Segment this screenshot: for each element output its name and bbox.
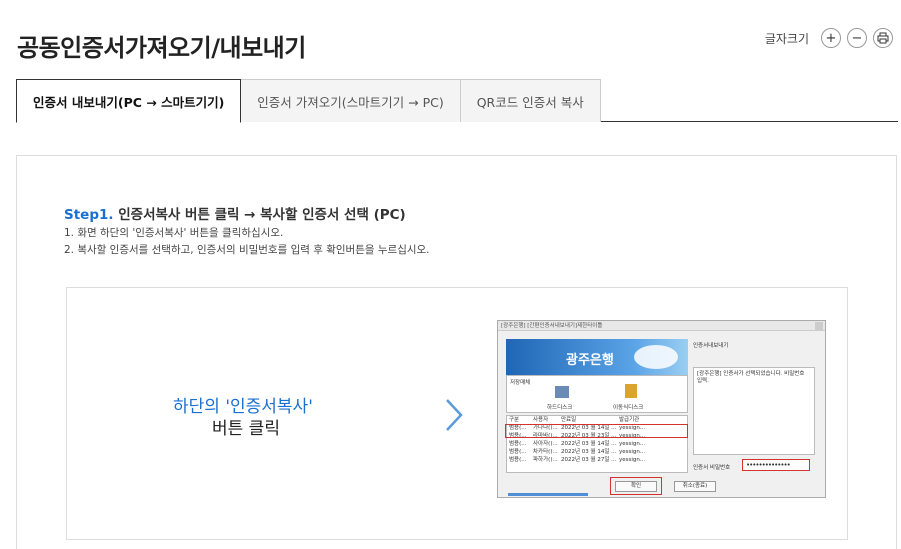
ok-button: 확인 (615, 480, 657, 492)
selected-row-highlight (505, 424, 688, 438)
close-icon (815, 322, 823, 330)
ok-button-highlight: 확인 (610, 477, 662, 495)
password-label: 인증서 비밀번호 (693, 465, 731, 471)
step-title: Step1. 인증서복사 버튼 클릭 → 복사할 인증서 선택 (PC) (64, 203, 406, 223)
cloud-graphic (634, 345, 678, 369)
password-field: •••••••••••••• (742, 459, 810, 471)
font-decrease-icon[interactable]: − (847, 28, 867, 48)
tab-bar: 인증서 내보내기(PC → 스마트기기) 인증서 가져오기(스마트기기 → PC… (16, 79, 898, 123)
progress-bar (508, 493, 588, 496)
tab-qr-copy[interactable]: QR코드 인증서 복사 (459, 79, 601, 122)
panel-message: [광주은행] 인증서가 선택되었습니다. 비밀번호 입력. (693, 367, 815, 455)
bank-banner: 광주은행 (506, 339, 688, 375)
step-instruction-2: 2. 복사할 인증서를 선택하고, 인증서의 비밀번호를 입력 후 확인버튼을 … (64, 244, 430, 256)
tab-import[interactable]: 인증서 가져오기(스마트기기 → PC) (240, 79, 461, 122)
hint-line-2: 버튼 클릭 (212, 419, 280, 439)
chevron-right-icon (446, 399, 463, 431)
storage-usb-label: 이동식디스크 (613, 405, 644, 411)
font-size-label: 글자크기 (764, 31, 809, 46)
step-number: Step1. (64, 207, 114, 223)
cert-dialog-screenshot: [광주은행] [간편인증서내보내기]제한타이틀 광주은행 저장매체 하드디스크 … (497, 320, 826, 498)
cancel-button: 취소(종료) (674, 481, 716, 492)
hard-disk-icon (555, 386, 569, 398)
step-title-text: 인증서복사 버튼 클릭 → 복사할 인증서 선택 (PC) (113, 207, 406, 223)
storage-media: 저장매체 하드디스크 이동식디스크 (506, 375, 688, 413)
export-panel: 인증서내보내기 [광주은행] 인증서가 선택되었습니다. 비밀번호 입력. 인증… (693, 339, 818, 477)
step-instruction-1: 1. 화면 하단의 '인증서복사' 버튼을 클릭하십시오. (64, 227, 284, 239)
bank-name: 광주은행 (566, 353, 614, 368)
storage-label: 저장매체 (510, 380, 531, 386)
dialog-title: [광주은행] [간편인증서내보내기]제한타이틀 (498, 321, 825, 331)
col-user: 사용자 (533, 417, 549, 423)
font-increase-icon[interactable]: + (821, 28, 841, 48)
print-icon[interactable] (873, 28, 893, 48)
page-title: 공동인증서가져오기/내보내기 (17, 34, 306, 62)
cert-list-header: 구분 사용자 만료일 발급기관 (507, 416, 687, 424)
usb-disk-icon (625, 384, 637, 398)
col-type: 구분 (509, 417, 520, 423)
storage-hdd-label: 하드디스크 (547, 405, 573, 411)
cert-row: 범용(... 차카타()... 2022년 03 월 14일 ... yessign.… (509, 449, 646, 455)
col-issuer: 발급기관 (619, 417, 640, 423)
col-expiry: 만료일 (561, 417, 577, 423)
font-size-tools: 글자크기 + − (765, 28, 893, 48)
panel-title: 인증서내보내기 (693, 343, 729, 349)
cert-row: 범용(... 파하가()... 2022년 03 월 27일 ... yessign.… (509, 457, 646, 463)
tab-export[interactable]: 인증서 내보내기(PC → 스마트기기) (16, 79, 242, 123)
cert-row: 범용(... 사아자()... 2022년 03 월 14일 ... yessign.… (509, 441, 646, 447)
